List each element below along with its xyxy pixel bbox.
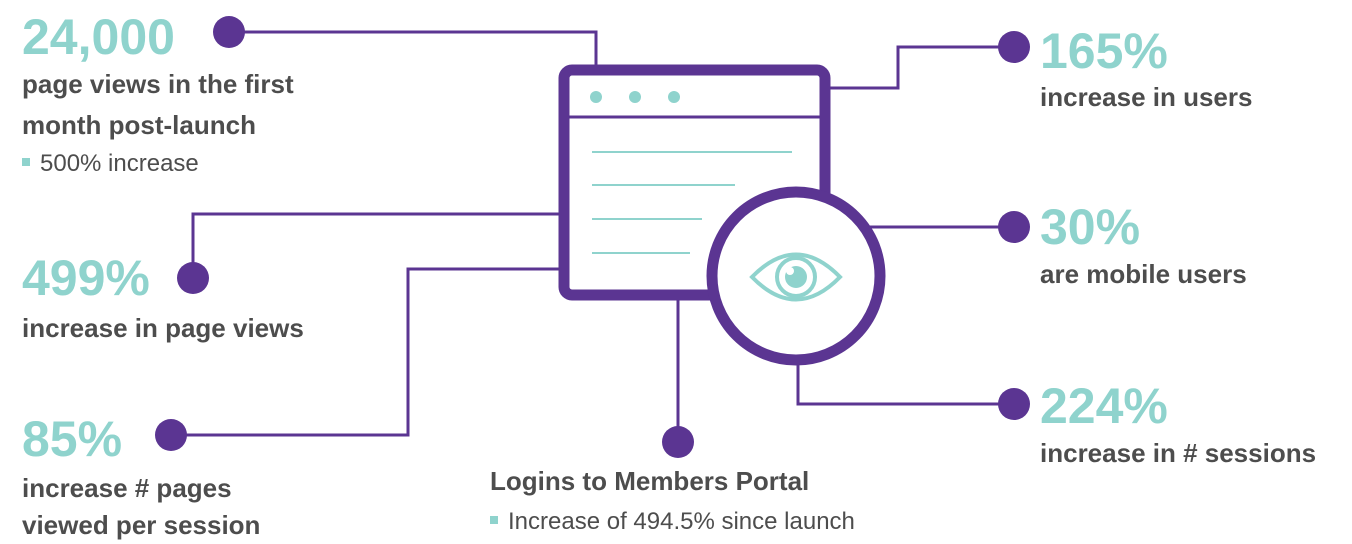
stat-mobile-value: 30% [1040, 199, 1141, 255]
stat-sessions-value: 224% [1040, 378, 1168, 434]
bullet-marker [490, 515, 498, 524]
dot-page-views [213, 16, 245, 48]
stat-pages-per-session-value: 85% [22, 411, 123, 467]
stat-page-views-increase-label: increase in page views [22, 313, 304, 343]
dot-sessions [998, 388, 1030, 420]
stat-logins-label: Logins to Members Portal [490, 466, 810, 496]
stat-pages-per-session-label-line1: increase # pages [22, 473, 232, 503]
stat-page-views-label-line2: month post-launch [22, 110, 256, 140]
stat-page-views-value: 24,000 [22, 9, 175, 65]
dot-pages-per-session [155, 419, 187, 451]
connector-sessions [796, 360, 1014, 406]
dot-mobile [998, 211, 1030, 243]
stat-logins-sub-text: Increase of 494.5% since launch [508, 508, 855, 535]
eye-icon [706, 186, 886, 366]
stat-page-views-increase-value: 499% [22, 250, 150, 306]
connector-users [825, 45, 1014, 90]
stat-mobile-label: are mobile users [1040, 259, 1247, 289]
stat-users-label: increase in users [1040, 82, 1253, 112]
stat-logins-sub: Increase of 494.5% since launch [490, 508, 855, 536]
bullet-marker [22, 157, 30, 166]
stat-users-value: 165% [1040, 23, 1168, 79]
stat-pages-per-session-label-line2: viewed per session [22, 510, 261, 540]
stat-page-views-sub-text: 500% increase [40, 150, 199, 177]
stat-sessions-label: increase in # sessions [1040, 438, 1317, 468]
dot-users [998, 31, 1030, 63]
stat-page-views-label-line1: page views in the first [22, 69, 294, 99]
connector-pages-per-session [171, 267, 560, 437]
dot-logins [662, 426, 694, 458]
stat-page-views-sub: 500% increase [22, 150, 199, 178]
dot-page-views-increase [177, 262, 209, 294]
